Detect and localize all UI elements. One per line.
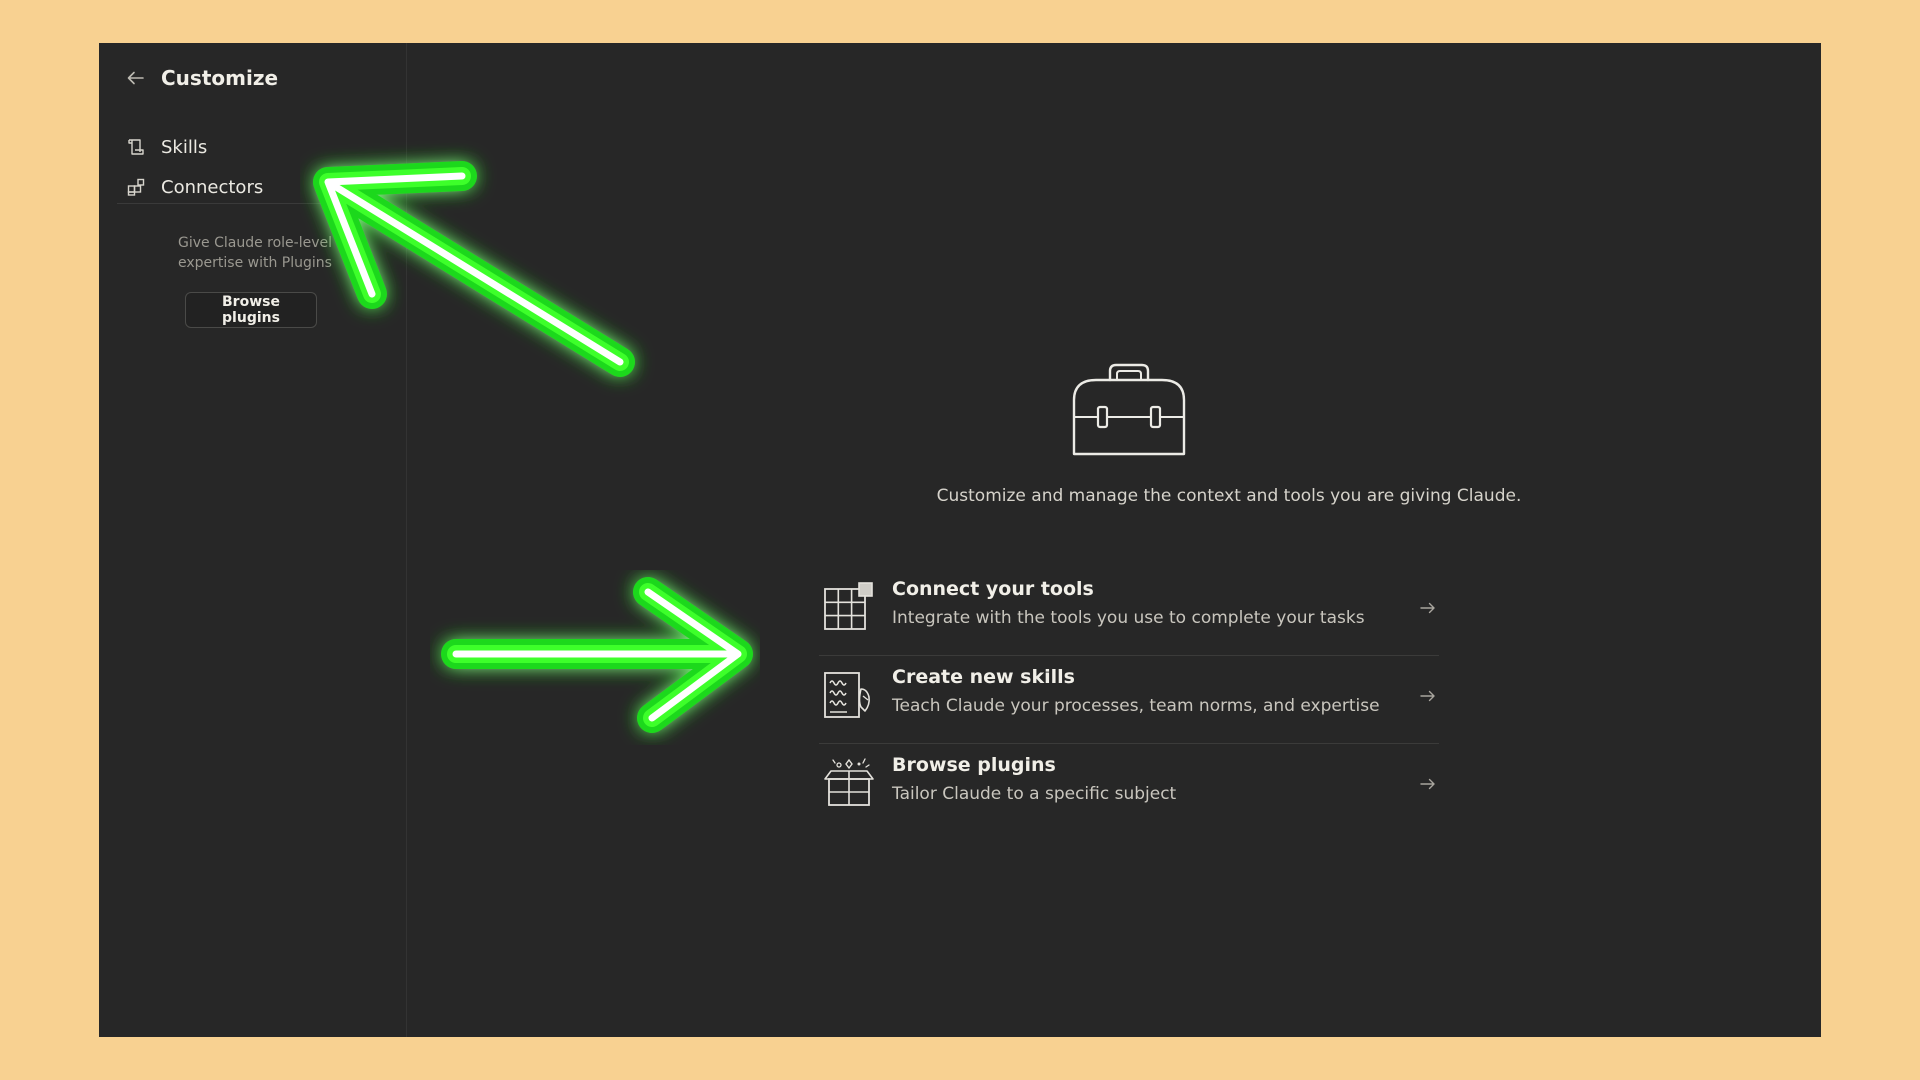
connectors-icon — [125, 176, 147, 198]
option-description: Teach Claude your processes, team norms,… — [892, 696, 1380, 716]
connect-tools-option[interactable]: Connect your tools Integrate with the to… — [819, 569, 1439, 656]
browse-plugins-option[interactable]: Browse plugins Tailor Claude to a specif… — [819, 745, 1439, 831]
gift-box-icon — [823, 757, 875, 809]
back-arrow-icon[interactable] — [123, 65, 149, 91]
page-title: Customize — [161, 66, 279, 90]
sidebar-header: Customize — [123, 60, 278, 96]
option-title: Connect your tools — [892, 578, 1094, 600]
sidebar-item-connectors[interactable]: Connectors — [125, 172, 263, 202]
arrow-right-icon — [1419, 775, 1437, 793]
arrow-right-icon — [1419, 687, 1437, 705]
toolbox-icon — [1070, 362, 1188, 462]
sidebar: Customize Skills Connectors Give Claude … — [99, 43, 407, 1037]
sidebar-item-label: Skills — [161, 136, 208, 158]
option-description: Integrate with the tools you use to comp… — [892, 608, 1365, 628]
hero-description: Customize and manage the context and too… — [936, 486, 1522, 506]
skills-document-icon — [823, 669, 875, 721]
arrow-right-icon — [1419, 599, 1437, 617]
plugins-promo-text: Give Claude role-level expertise with Pl… — [178, 235, 333, 271]
skills-icon — [125, 136, 147, 158]
app-window: Customize Skills Connectors Give Claude … — [99, 43, 1821, 1037]
option-description: Tailor Claude to a specific subject — [892, 784, 1177, 804]
browse-plugins-button[interactable]: Browse plugins — [185, 292, 317, 328]
option-title: Browse plugins — [892, 754, 1056, 776]
option-title: Create new skills — [892, 666, 1075, 688]
sidebar-divider — [117, 203, 389, 204]
create-skills-option[interactable]: Create new skills Teach Claude your proc… — [819, 657, 1439, 744]
sidebar-item-label: Connectors — [161, 176, 264, 198]
grid-tools-icon — [823, 581, 875, 633]
sidebar-item-skills[interactable]: Skills — [125, 132, 207, 162]
